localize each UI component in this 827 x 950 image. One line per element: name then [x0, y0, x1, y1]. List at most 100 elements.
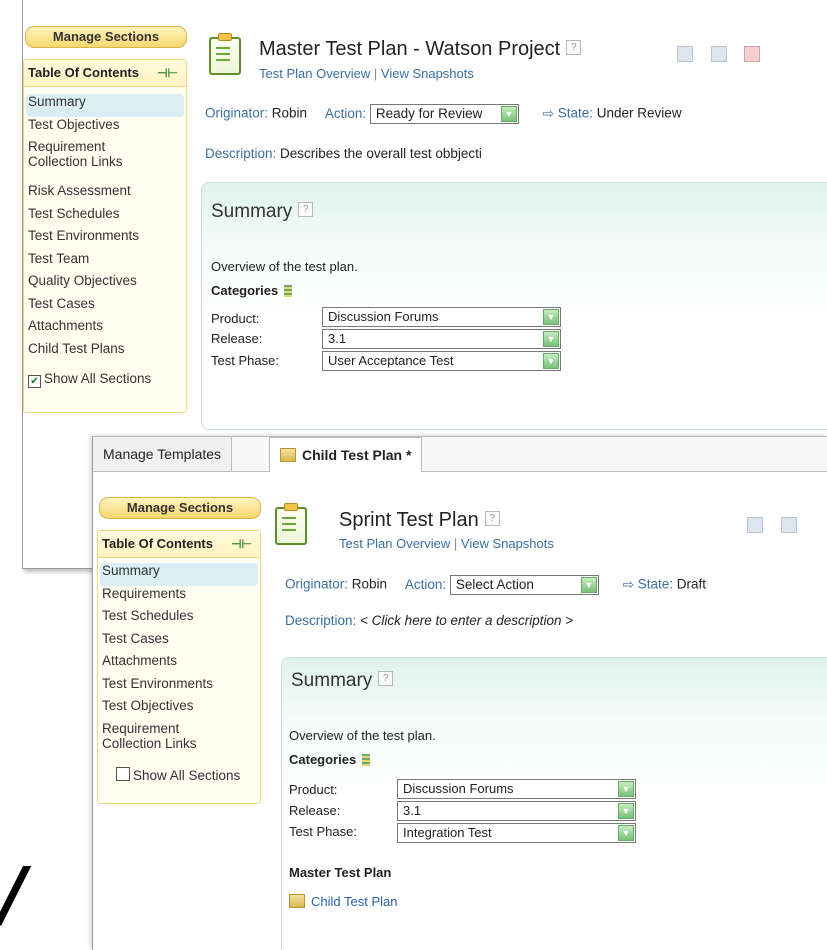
action-dropdown[interactable]: Select Action ▼ — [449, 575, 599, 595]
state-arrow-icon: ⇨ — [542, 105, 554, 121]
description-label: Description: — [285, 613, 357, 628]
release-value: 3.1 — [403, 803, 422, 818]
master-test-plan-heading: Master Test Plan — [289, 865, 392, 880]
test-phase-dropdown[interactable]: Integration Test ▼ — [397, 823, 636, 843]
pin-icon[interactable]: ⊣⊢ — [157, 60, 178, 86]
toc-item-test-objectives[interactable]: Test Objectives — [24, 117, 186, 140]
description-row: Description: < Click here to enter a des… — [285, 613, 573, 628]
action-value: Select Action — [455, 577, 534, 592]
plan-meta-row: Originator: Robin Action: Select Action ▼… — [285, 575, 706, 595]
action-dropdown[interactable]: Ready for Review ▼ — [369, 104, 519, 124]
product-dropdown[interactable]: Discussion Forums ▼ — [322, 307, 561, 327]
release-dropdown[interactable]: 3.1 ▼ — [322, 329, 561, 349]
test-plan-small-icon — [289, 894, 305, 908]
description-row: Description: Describes the overall test … — [205, 146, 482, 161]
show-all-checkbox[interactable] — [116, 766, 130, 781]
manage-sections-button[interactable]: Manage Sections — [25, 26, 187, 48]
toc-item-attachments[interactable]: Attachments — [24, 318, 186, 341]
chevron-down-icon: ▼ — [618, 781, 634, 797]
toc-item-summary[interactable]: Summary — [100, 563, 258, 586]
test-plan-overview-link[interactable]: Test Plan Overview — [259, 66, 370, 81]
action-value: Ready for Review — [375, 106, 483, 121]
title-text: Sprint Test Plan — [339, 509, 479, 531]
release-value: 3.1 — [328, 331, 347, 346]
overview-text: Overview of the test plan. — [289, 728, 436, 743]
copy-icon[interactable] — [677, 46, 693, 62]
state-label: State: — [637, 576, 674, 592]
toc-item-test-environments[interactable]: Test Environments — [24, 228, 186, 251]
toc-item-risk-assessment[interactable]: Risk Assessment — [24, 183, 186, 206]
toc-item-requirement-collection-links[interactable]: Requirement Collection Links — [98, 721, 212, 765]
originator-label: Originator: — [285, 576, 349, 592]
show-all-sections-toggle[interactable]: Show All Sections — [98, 766, 260, 790]
test-phase-label: Test Phase: — [289, 824, 357, 839]
state-arrow-icon: ⇨ — [622, 576, 634, 592]
toc-title: Table Of Contents — [102, 536, 213, 551]
plan-subnav: Test Plan Overview | View Snapshots — [339, 536, 554, 551]
show-all-sections-toggle[interactable]: ✔ Show All Sections — [24, 371, 186, 394]
categories-icon[interactable] — [284, 285, 293, 297]
manage-sections-button[interactable]: Manage Sections — [99, 497, 261, 519]
categories-icon[interactable] — [362, 754, 371, 766]
test-plan-overview-link[interactable]: Test Plan Overview — [339, 536, 450, 551]
product-value: Discussion Forums — [403, 781, 514, 796]
description-value[interactable]: < Click here to enter a description > — [360, 613, 573, 628]
chevron-down-icon: ▼ — [543, 309, 559, 325]
help-icon[interactable]: ? — [484, 511, 500, 526]
page-title: Sprint Test Plan? — [339, 509, 500, 532]
action-label: Action: — [404, 576, 447, 592]
copy-icon[interactable] — [747, 517, 763, 533]
help-icon[interactable]: ? — [298, 202, 314, 217]
toc-item-child-test-plans[interactable]: Child Test Plans — [24, 341, 186, 364]
product-label: Product: — [211, 311, 260, 326]
release-label: Release: — [289, 803, 341, 818]
child-plan-icon — [275, 503, 307, 545]
child-test-plan-link[interactable]: Child Test Plan — [289, 894, 397, 909]
tab-child-test-plan[interactable]: Child Test Plan * — [269, 437, 423, 472]
print-icon[interactable] — [710, 46, 727, 62]
help-icon[interactable]: ? — [566, 40, 582, 55]
toc-item-test-team[interactable]: Test Team — [24, 251, 186, 274]
toc-item-requirement-collection-links[interactable]: Requirement Collection Links — [24, 139, 138, 183]
toc-item-summary[interactable]: Summary — [26, 94, 184, 117]
pdf-export-icon[interactable] — [744, 46, 761, 62]
toc-header: Table Of Contents ⊣⊢ — [24, 60, 186, 87]
toc-item-requirements[interactable]: Requirements — [98, 586, 260, 609]
summary-section: Summary? Overview of the test plan. Cate… — [201, 182, 827, 430]
table-of-contents: Table Of Contents ⊣⊢ Summary Test Object… — [23, 59, 187, 413]
product-value: Discussion Forums — [328, 309, 439, 324]
test-phase-dropdown[interactable]: User Acceptance Test ▼ — [322, 351, 561, 371]
print-icon[interactable] — [780, 517, 797, 533]
release-dropdown[interactable]: 3.1 ▼ — [397, 801, 636, 821]
chevron-down-icon: ▼ — [618, 825, 634, 841]
toc-item-test-schedules[interactable]: Test Schedules — [24, 206, 186, 229]
show-all-label: Show All Sections — [44, 371, 152, 386]
toc-item-attachments[interactable]: Attachments — [98, 653, 260, 676]
view-snapshots-link[interactable]: View Snapshots — [461, 536, 554, 551]
toc-item-test-cases[interactable]: Test Cases — [24, 296, 186, 319]
test-plan-tab-icon — [280, 448, 296, 462]
help-icon[interactable]: ? — [378, 671, 394, 686]
toc-item-test-objectives[interactable]: Test Objectives — [98, 698, 260, 721]
show-all-checkbox[interactable]: ✔ — [28, 375, 41, 388]
description-value[interactable]: Describes the overall test obbjecti — [280, 146, 482, 161]
product-label: Product: — [289, 782, 338, 797]
tab-manage-templates[interactable]: Manage Templates — [93, 437, 233, 471]
action-label: Action: — [324, 105, 367, 121]
view-snapshots-link[interactable]: View Snapshots — [381, 66, 474, 81]
toc-item-test-cases[interactable]: Test Cases — [98, 631, 260, 654]
test-phase-value: Integration Test — [403, 825, 492, 840]
pin-icon[interactable]: ⊣⊢ — [231, 531, 252, 557]
toc-item-quality-objectives[interactable]: Quality Objectives — [24, 273, 186, 296]
summary-title-text: Summary — [211, 201, 293, 222]
toc-item-test-schedules[interactable]: Test Schedules — [98, 608, 260, 631]
slash-glyph: / — [0, 852, 27, 936]
test-phase-value: User Acceptance Test — [328, 353, 454, 368]
title-text: Master Test Plan - Watson Project — [259, 38, 561, 60]
state-value: Under Review — [596, 105, 682, 121]
table-of-contents: Table Of Contents ⊣⊢ Summary Requirement… — [97, 530, 261, 804]
show-all-label: Show All Sections — [133, 767, 241, 783]
state-value: Draft — [676, 576, 707, 592]
toc-item-test-environments[interactable]: Test Environments — [98, 676, 260, 699]
product-dropdown[interactable]: Discussion Forums ▼ — [397, 779, 636, 799]
